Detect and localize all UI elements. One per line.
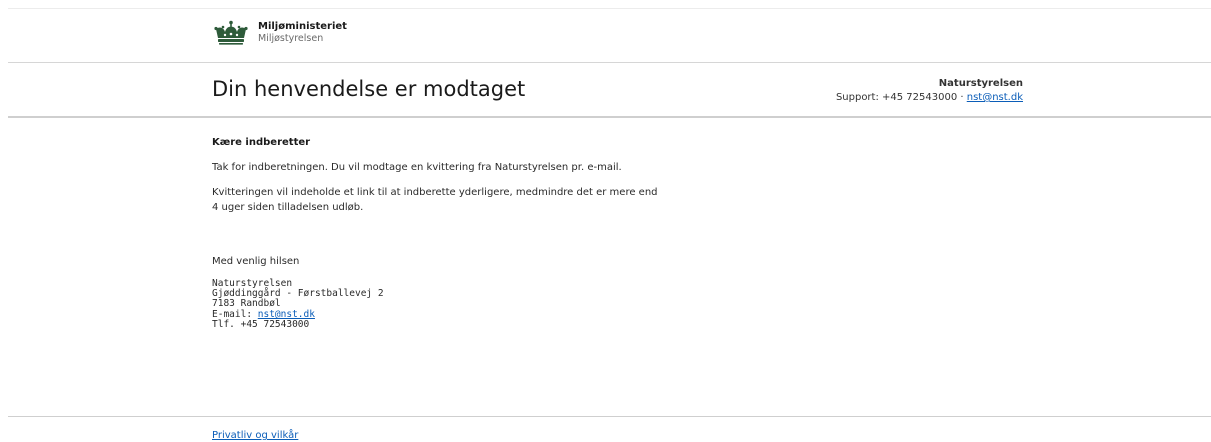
support-line: Support: +45 72543000 · nst@nst.dk — [836, 91, 1023, 105]
footer-divider — [8, 416, 1211, 417]
closing-text: Med venlig hilsen — [212, 256, 300, 267]
receipt-info-line-1: Kvitteringen vil indeholde et link til a… — [212, 187, 658, 198]
contact-org: Naturstyrelsen — [938, 78, 1023, 89]
greeting: Kære indberetter — [212, 137, 311, 148]
agency-name: Miljøstyrelsen — [258, 33, 324, 44]
support-contact: Naturstyrelsen Support: +45 72543000 · n… — [836, 77, 1023, 105]
header-divider-top — [8, 62, 1211, 63]
signature-city: 7183 Randbøl — [212, 298, 281, 309]
privacy-link[interactable]: Privatliv og vilkår — [212, 430, 298, 441]
support-phone: Support: +45 72543000 · — [835, 92, 967, 103]
crown-icon — [214, 20, 248, 45]
logo-text: Miljøministeriet Miljøstyrelsen — [258, 21, 347, 45]
confirmation-text: Tak for indberetningen. Du vil modtage e… — [212, 162, 622, 173]
ministry-logo[interactable]: Miljøministeriet Miljøstyrelsen — [212, 20, 347, 46]
page-title: Din henvendelse er modtaget — [212, 77, 526, 101]
top-divider — [8, 8, 1211, 9]
header-divider-bottom — [8, 116, 1211, 118]
receipt-info-line-2: 4 uger siden tilladelsen udløb. — [212, 202, 364, 213]
ministry-name: Miljøministeriet — [258, 21, 347, 32]
signature-phone: Tlf. +45 72543000 — [212, 319, 310, 330]
support-email-link[interactable]: nst@nst.dk — [967, 92, 1023, 103]
